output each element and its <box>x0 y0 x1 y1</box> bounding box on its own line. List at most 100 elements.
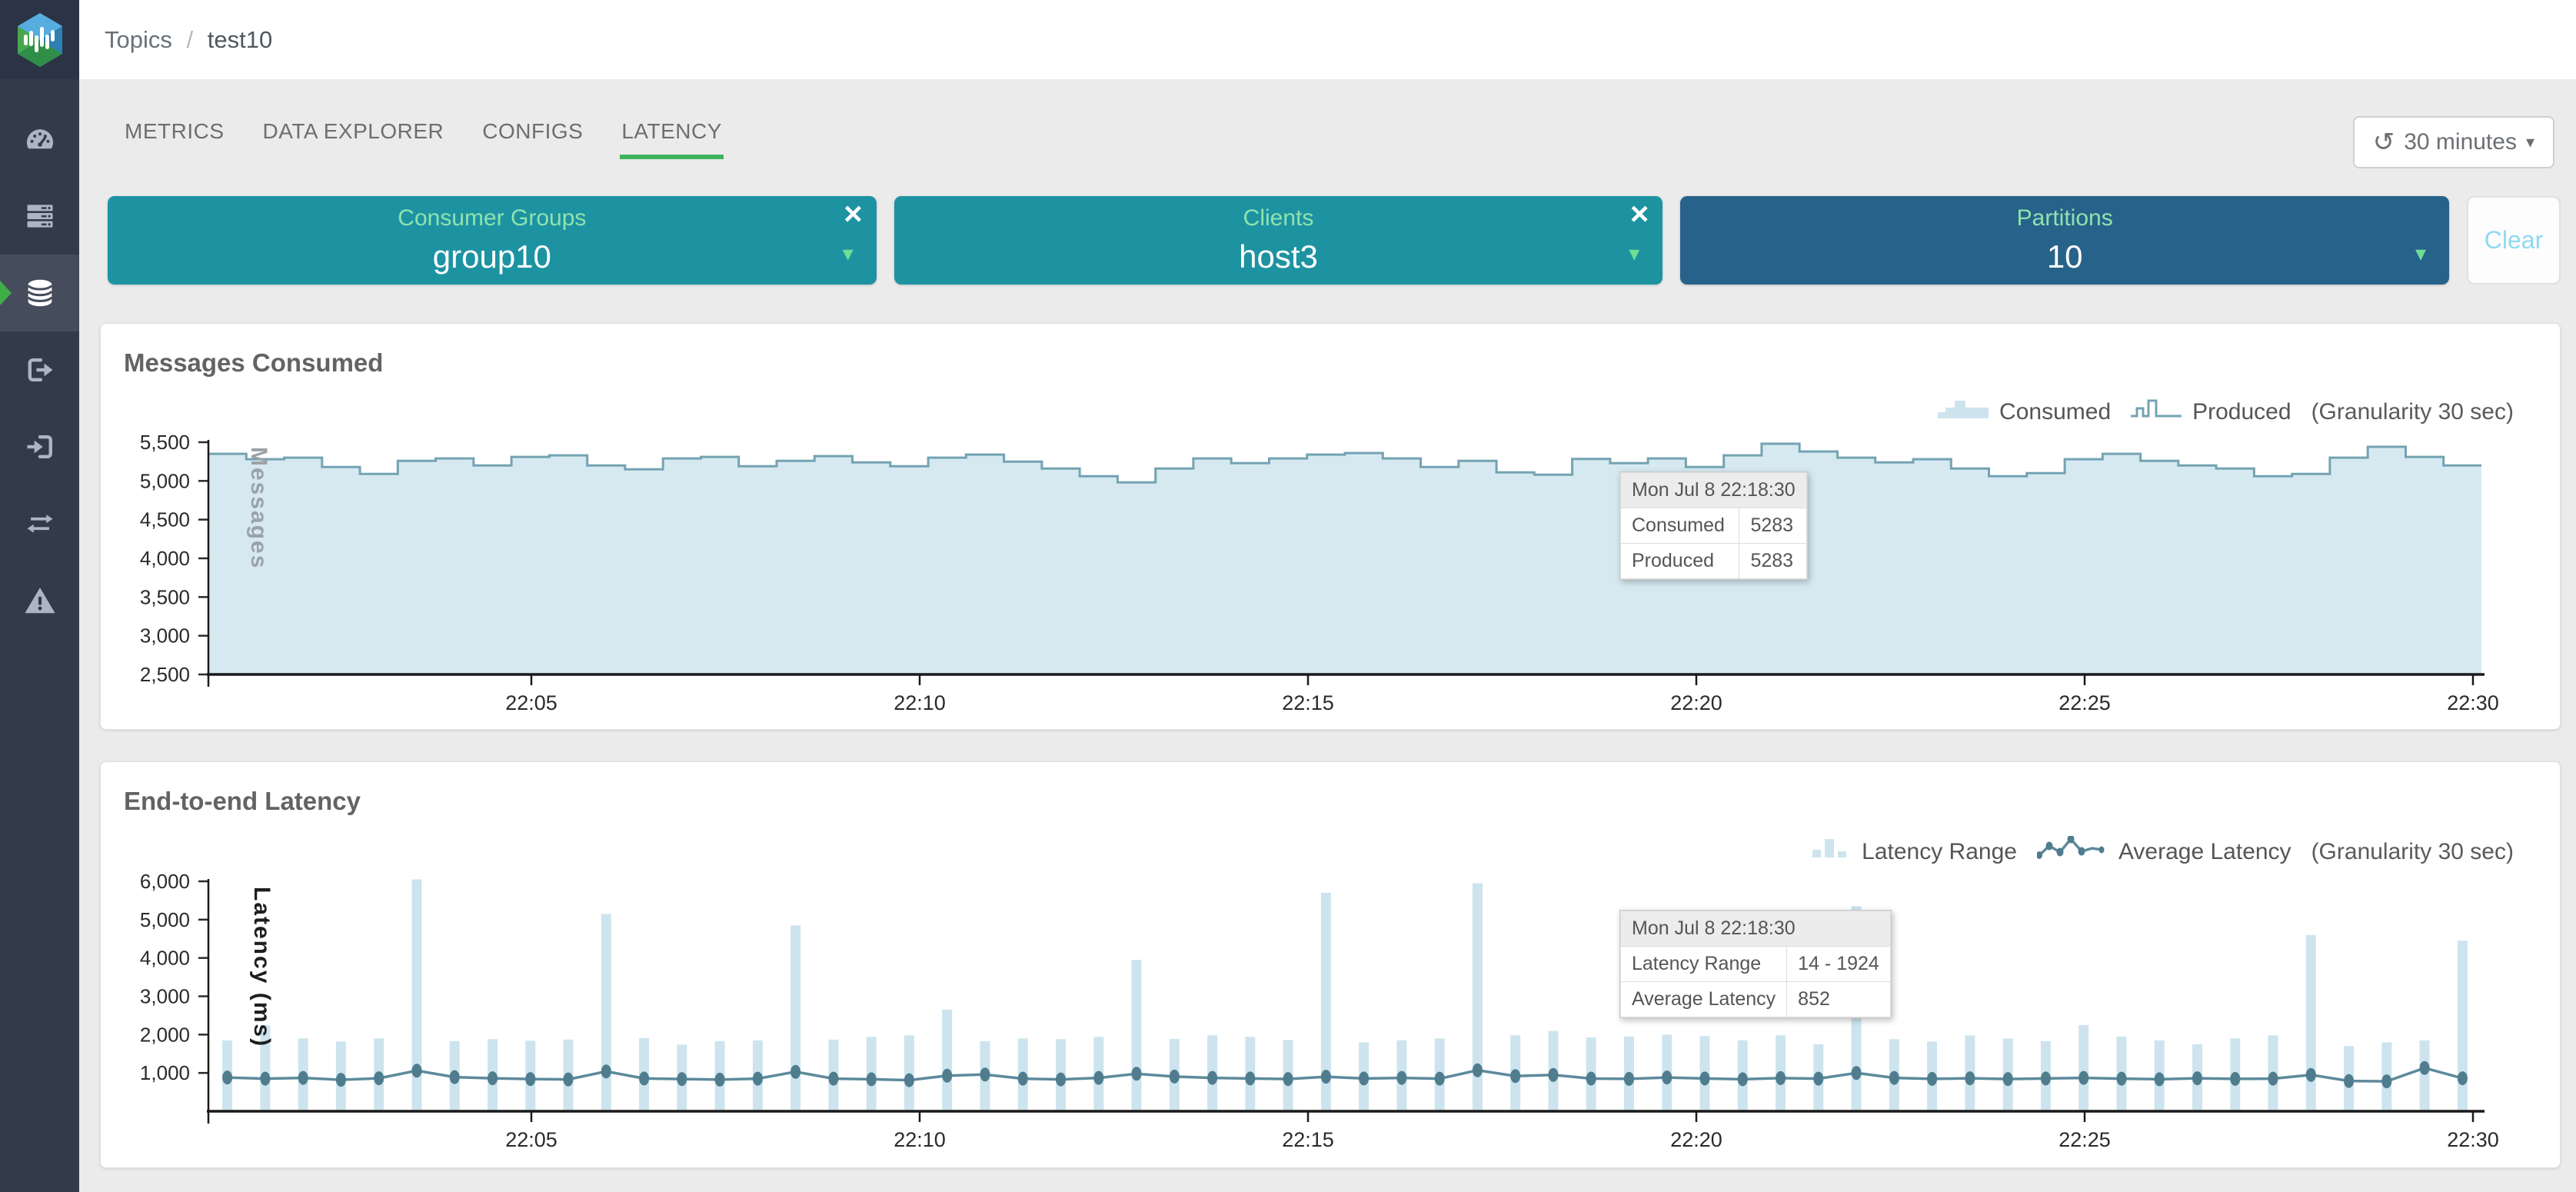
chart-legend: Consumed Produced (Granularity 30 sec) <box>1938 398 2514 427</box>
svg-text:2,500: 2,500 <box>140 663 190 686</box>
breadcrumb-separator: / <box>187 26 194 53</box>
legend-label: Average Latency <box>2118 839 2291 865</box>
content: METRICS DATA EXPLORER CONFIGS LATENCY ↺ 30 … <box>79 79 2576 1192</box>
svg-text:1,000: 1,000 <box>140 1061 190 1084</box>
granularity-label: (Granularity 30 sec) <box>2311 839 2514 865</box>
panel-title: End-to-end Latency <box>124 787 361 816</box>
chevron-down-icon: ▾ <box>2526 132 2534 152</box>
tooltip-series-value: 5283 <box>1739 508 1806 544</box>
svg-text:6,000: 6,000 <box>140 870 190 893</box>
sidebar <box>0 0 79 1192</box>
tooltip-series-label: Average Latency <box>1621 982 1787 1017</box>
svg-text:4,000: 4,000 <box>140 947 190 970</box>
tabs: METRICS DATA EXPLORER CONFIGS LATENCY <box>123 115 724 159</box>
svg-text:Latency (ms): Latency (ms) <box>249 887 275 1047</box>
svg-text:3,500: 3,500 <box>140 585 190 608</box>
svg-text:22:05: 22:05 <box>505 691 557 714</box>
svg-text:Messages: Messages <box>246 447 271 569</box>
time-range-button[interactable]: ↺ 30 minutes ▾ <box>2353 116 2554 168</box>
panel-end-to-end-latency: 1,0002,0003,0004,0005,0006,00022:0522:10… <box>100 761 2561 1168</box>
tooltip-row: Consumed5283 <box>1621 508 1807 544</box>
chevron-down-icon: ▾ <box>2415 241 2426 266</box>
topbar: Topics / test10 <box>79 0 2576 79</box>
svg-text:3,000: 3,000 <box>140 624 190 648</box>
sidebar-item-alerts[interactable] <box>0 562 79 639</box>
sidebar-item-topics[interactable] <box>0 255 79 331</box>
tooltip-series-value: 5283 <box>1739 544 1806 579</box>
tab-metrics[interactable]: METRICS <box>123 115 226 159</box>
arrow-in-icon <box>23 430 57 464</box>
messages-consumed-chart[interactable]: 2,5003,0003,5004,0004,5005,0005,50022:05… <box>101 324 2561 731</box>
time-range-label: 30 minutes <box>2404 129 2517 155</box>
app-logo[interactable] <box>0 0 79 79</box>
svg-text:22:15: 22:15 <box>1282 691 1334 714</box>
sidebar-item-producers[interactable] <box>0 331 79 408</box>
filter-value: 10 <box>2047 238 2083 275</box>
tab-data-explorer[interactable]: DATA EXPLORER <box>261 115 446 159</box>
close-icon[interactable]: × <box>1630 198 1649 230</box>
main-area: Topics / test10 METRICS DATA EXPLORER CONF… <box>79 0 2576 1192</box>
filter-card-clients[interactable]: × Clients host3 ▾ <box>894 196 1663 285</box>
tooltip-header: Mon Jul 8 22:18:30 <box>1621 473 1807 508</box>
warning-icon <box>22 583 58 618</box>
tab-configs[interactable]: CONFIGS <box>481 115 584 159</box>
tooltip-series-value: 852 <box>1787 982 1891 1017</box>
chart-tooltip: Mon Jul 8 22:18:30 Consumed5283Produced5… <box>1619 471 1808 580</box>
svg-text:22:10: 22:10 <box>894 691 946 714</box>
filter-value: host3 <box>1239 238 1318 275</box>
breadcrumb-section[interactable]: Topics <box>105 26 172 53</box>
tooltip-header: Mon Jul 8 22:18:30 <box>1621 911 1891 947</box>
tooltip-series-label: Latency Range <box>1621 947 1787 982</box>
panel-title: Messages Consumed <box>124 348 383 378</box>
sidebar-item-consumers[interactable] <box>0 408 79 485</box>
svg-text:22:25: 22:25 <box>2058 1128 2111 1151</box>
sidebar-item-data-flow[interactable] <box>0 485 79 562</box>
tooltip-row: Produced5283 <box>1621 544 1807 579</box>
legend-item-produced: Produced <box>2131 398 2291 427</box>
breadcrumb: Topics / test10 <box>105 26 272 54</box>
tab-bar: METRICS DATA EXPLORER CONFIGS LATENCY ↺ 30 … <box>100 115 2561 173</box>
granularity-label: (Granularity 30 sec) <box>2311 399 2514 425</box>
refresh-icon: ↺ <box>2373 129 2395 155</box>
panel-messages-consumed: 2,5003,0003,5004,0004,5005,0005,50022:05… <box>100 323 2561 730</box>
tooltip-row: Average Latency852 <box>1621 982 1891 1017</box>
active-item-marker <box>0 281 12 305</box>
svg-text:22:30: 22:30 <box>2447 691 2499 714</box>
legend-item-consumed: Consumed <box>1938 398 2111 427</box>
chevron-down-icon: ▾ <box>843 241 854 266</box>
svg-text:22:05: 22:05 <box>505 1128 557 1151</box>
servers-icon <box>23 199 57 233</box>
clear-filters-button[interactable]: Clear <box>2467 196 2561 285</box>
sidebar-item-brokers[interactable] <box>0 178 79 255</box>
filter-row: ×Consumer Groupsgroup10▾×Clientshost3▾Pa… <box>108 196 2561 285</box>
close-icon[interactable]: × <box>844 198 863 230</box>
end-to-end-latency-chart[interactable]: 1,0002,0003,0004,0005,0006,00022:0522:10… <box>101 762 2561 1169</box>
filter-label: Consumer Groups <box>398 205 586 231</box>
gauge-icon <box>23 122 57 156</box>
svg-text:4,500: 4,500 <box>140 508 190 531</box>
filter-card-consumer-groups[interactable]: × Consumer Groups group10 ▾ <box>108 196 877 285</box>
tooltip-series-value: 14 - 1924 <box>1787 947 1891 982</box>
svg-text:22:20: 22:20 <box>1670 691 1722 714</box>
app-root: Topics / test10 METRICS DATA EXPLORER CONF… <box>0 0 2576 1192</box>
svg-text:22:15: 22:15 <box>1282 1128 1334 1151</box>
chevron-down-icon: ▾ <box>1629 241 1639 266</box>
legend-label: Latency Range <box>1862 839 2017 865</box>
filter-card-partitions[interactable]: Partitions10▾ <box>1680 196 2449 285</box>
tooltip-row: Latency Range14 - 1924 <box>1621 947 1891 982</box>
produced-line-icon <box>2131 398 2182 427</box>
svg-text:22:30: 22:30 <box>2447 1128 2499 1151</box>
sidebar-nav <box>0 101 79 639</box>
svg-text:5,000: 5,000 <box>140 908 190 931</box>
avg-line-icon <box>2037 836 2108 868</box>
svg-text:5,500: 5,500 <box>140 431 190 454</box>
tab-latency[interactable]: LATENCY <box>620 115 724 159</box>
sidebar-item-overview[interactable] <box>0 101 79 178</box>
consumed-area-icon <box>1938 398 1989 427</box>
chart-legend: Latency Range Average Latency (Granularit… <box>1812 836 2514 868</box>
svg-text:2,000: 2,000 <box>140 1023 190 1046</box>
filter-label: Clients <box>1243 205 1314 231</box>
filter-value: group10 <box>433 238 551 275</box>
tooltip-series-label: Consumed <box>1621 508 1739 544</box>
svg-text:5,000: 5,000 <box>140 469 190 492</box>
